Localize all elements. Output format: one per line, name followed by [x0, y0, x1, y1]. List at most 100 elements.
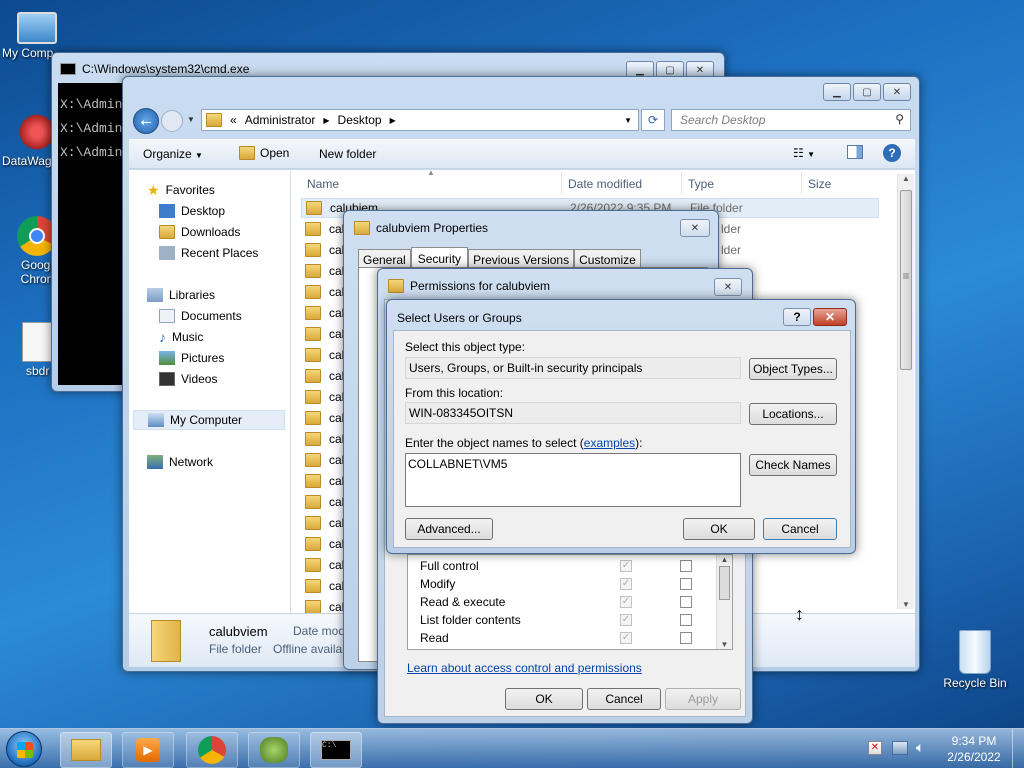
- network-icon: [147, 455, 163, 469]
- start-button[interactable]: [6, 731, 42, 767]
- taskbar-cmd[interactable]: C:\: [310, 732, 362, 768]
- nav-my-computer[interactable]: My Computer: [133, 410, 285, 430]
- clock-time[interactable]: 9:34 PM: [948, 734, 1000, 748]
- deny-checkbox[interactable]: [680, 578, 692, 590]
- locations-button[interactable]: Locations...: [749, 403, 837, 425]
- resize-cursor-icon: ↕: [795, 604, 804, 624]
- scroll-thumb[interactable]: ≡: [900, 190, 912, 370]
- desktop-icon-label: Recycle Bin: [943, 676, 1007, 690]
- recent-pages-chevron-icon[interactable]: ▼: [187, 115, 195, 124]
- access-control-link[interactable]: Learn about access control and permissio…: [407, 661, 642, 675]
- help-icon[interactable]: ?: [883, 144, 901, 162]
- preview-pane-icon[interactable]: [847, 145, 863, 159]
- nav-documents[interactable]: Documents: [159, 306, 242, 326]
- folder-icon: [305, 390, 321, 404]
- folder-icon: [305, 222, 321, 236]
- taskbar-chrome[interactable]: [186, 732, 238, 768]
- nav-libraries[interactable]: Libraries: [147, 285, 215, 305]
- forward-button[interactable]: [161, 110, 183, 132]
- close-button[interactable]: ✕: [680, 219, 710, 237]
- allow-checkbox[interactable]: ✓: [620, 632, 632, 644]
- close-button[interactable]: ✕: [813, 308, 847, 326]
- permission-row: Full control ✓: [408, 557, 714, 575]
- allow-checkbox[interactable]: ✓: [620, 560, 632, 572]
- address-bar[interactable]: « Administrator ▶ Desktop ▶ ▼: [201, 109, 639, 131]
- help-button[interactable]: ?: [783, 308, 811, 326]
- ok-button[interactable]: OK: [505, 688, 583, 710]
- search-placeholder: Search Desktop: [680, 113, 766, 127]
- column-header-date[interactable]: Date modified: [568, 177, 642, 191]
- allow-checkbox[interactable]: ✓: [620, 614, 632, 626]
- column-header-type[interactable]: Type: [688, 177, 714, 191]
- taskbar-media-player[interactable]: ▶: [122, 732, 174, 768]
- breadcrumb-item[interactable]: Desktop: [338, 113, 382, 127]
- nav-downloads[interactable]: Downloads: [159, 222, 240, 242]
- permission-label: Modify: [420, 577, 456, 591]
- allow-checkbox[interactable]: ✓: [620, 578, 632, 590]
- taskbar-app[interactable]: [248, 732, 300, 768]
- column-header-size[interactable]: Size: [808, 177, 831, 191]
- clock-date[interactable]: 2/26/2022: [944, 750, 1004, 764]
- cmd-icon: [60, 63, 76, 75]
- nav-favorites[interactable]: ★ Favorites: [147, 180, 215, 200]
- address-dropdown-icon[interactable]: ▼: [624, 116, 632, 125]
- nav-recent-places[interactable]: Recent Places: [159, 243, 258, 263]
- organize-button[interactable]: Organize ▼: [143, 147, 203, 161]
- vertical-scrollbar[interactable]: ▲ ≡ ▼: [897, 174, 914, 609]
- back-button[interactable]: ⭠: [133, 108, 159, 134]
- tray-network-icon[interactable]: [892, 741, 908, 755]
- maximize-button[interactable]: ▢: [853, 83, 881, 101]
- details-name: calubviem: [209, 624, 268, 639]
- select-users-dialog[interactable]: Select Users or Groups ? ✕ Select this o…: [386, 299, 856, 554]
- close-button[interactable]: ✕: [883, 83, 911, 101]
- apply-button[interactable]: Apply: [665, 688, 741, 710]
- cmd-console[interactable]: X:\Admin X:\Admin X:\Admin: [58, 83, 128, 385]
- navigation-pane[interactable]: ★ Favorites Desktop Downloads Recent Plac…: [129, 170, 291, 613]
- tray-flag-icon[interactable]: ✕: [868, 741, 882, 755]
- folder-icon: [354, 221, 370, 235]
- object-names-input[interactable]: COLLABNET\VM5: [405, 453, 741, 507]
- deny-checkbox[interactable]: [680, 596, 692, 608]
- taskbar-explorer[interactable]: [60, 732, 112, 768]
- search-icon[interactable]: ⚲: [895, 112, 904, 126]
- column-header-name[interactable]: Name: [307, 177, 339, 191]
- search-input[interactable]: Search Desktop ⚲: [671, 109, 911, 131]
- new-folder-button[interactable]: New folder: [319, 147, 376, 161]
- deny-checkbox[interactable]: [680, 632, 692, 644]
- examples-link[interactable]: examples: [584, 436, 635, 450]
- nav-network[interactable]: Network: [147, 452, 213, 472]
- file-type: lder: [721, 222, 742, 236]
- breadcrumb-arrow-icon[interactable]: ▶: [323, 116, 329, 125]
- permissions-list[interactable]: Full control ✓ Modify ✓ Read & execute ✓ List …: [407, 554, 733, 650]
- scroll-up-icon[interactable]: ▲: [898, 174, 914, 188]
- scroll-thumb[interactable]: [719, 566, 730, 600]
- ok-button[interactable]: OK: [683, 518, 755, 540]
- scroll-down-icon[interactable]: ▼: [898, 600, 914, 609]
- refresh-button[interactable]: ⟳: [641, 109, 665, 131]
- permission-label: List folder contents: [420, 613, 521, 627]
- show-desktop-button[interactable]: [1012, 729, 1024, 768]
- cmd-line: X:\Admin: [60, 97, 123, 112]
- nav-videos[interactable]: Videos: [159, 369, 217, 389]
- cancel-button[interactable]: Cancel: [587, 688, 661, 710]
- close-button[interactable]: ✕: [714, 278, 742, 296]
- advanced-button[interactable]: Advanced...: [405, 518, 493, 540]
- tray-volume-icon[interactable]: 🔈︎: [916, 739, 924, 756]
- nav-music[interactable]: ♪ Music: [159, 327, 203, 347]
- permissions-scrollbar[interactable]: ▲ ▼: [716, 555, 732, 649]
- nav-pictures[interactable]: Pictures: [159, 348, 224, 368]
- nav-desktop[interactable]: Desktop: [159, 201, 225, 221]
- allow-checkbox[interactable]: ✓: [620, 596, 632, 608]
- desktop-icon-recycle-bin[interactable]: Recycle Bin: [938, 630, 1012, 690]
- deny-checkbox[interactable]: [680, 560, 692, 572]
- open-button[interactable]: Open: [239, 146, 289, 160]
- minimize-button[interactable]: ▁: [823, 83, 851, 101]
- check-names-button[interactable]: Check Names: [749, 454, 837, 476]
- cancel-button[interactable]: Cancel: [763, 518, 837, 540]
- object-types-button[interactable]: Object Types...: [749, 358, 837, 380]
- deny-checkbox[interactable]: [680, 614, 692, 626]
- breadcrumb-arrow-icon[interactable]: ▶: [390, 116, 396, 125]
- change-view-icon[interactable]: ☷ ▼: [793, 146, 815, 160]
- breadcrumb-item[interactable]: Administrator: [245, 113, 316, 127]
- object-type-field: Users, Groups, or Built-in security prin…: [405, 357, 741, 379]
